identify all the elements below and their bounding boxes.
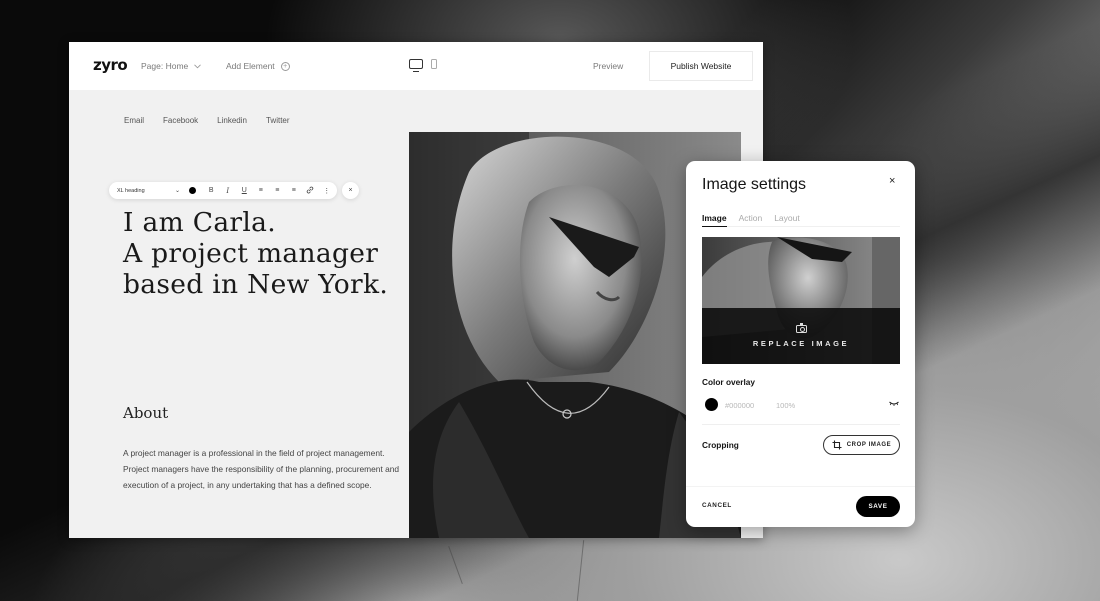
about-title[interactable]: About (123, 404, 168, 422)
plus-circle-icon: + (280, 61, 290, 71)
image-thumbnail: REPLACE IMAGE (702, 237, 900, 364)
social-link-twitter[interactable]: Twitter (266, 116, 290, 125)
publish-website-button[interactable]: Publish Website (649, 51, 753, 81)
device-toggle (409, 59, 437, 72)
replace-image-label: REPLACE IMAGE (752, 338, 850, 348)
toolbar-close-button[interactable]: × (342, 182, 359, 199)
tab-action[interactable]: Action (739, 213, 763, 227)
crop-image-label: CROP IMAGE (846, 442, 892, 448)
align-left-icon[interactable]: ≡ (253, 187, 270, 194)
preview-button[interactable]: Preview (593, 61, 623, 71)
cancel-button[interactable]: CANCEL (702, 502, 732, 509)
social-link-linkedin[interactable]: Linkedin (217, 116, 247, 125)
section-divider (702, 424, 900, 425)
chevron-down-icon (194, 63, 202, 68)
text-color-picker[interactable] (189, 187, 196, 194)
editor-topbar: zyro Page: Home Add Element + Preview Pu… (69, 42, 763, 90)
color-overlay-label: Color overlay (702, 377, 756, 387)
zyro-logo[interactable]: zyro (93, 56, 128, 74)
add-element-button[interactable]: Add Element + (226, 61, 290, 71)
hero-heading-line: based in New York. (123, 269, 389, 300)
page-selector-label: Page: Home (141, 61, 189, 71)
text-format-toolbar: XL heading ⌄ B I U ≡ ≡ ≡ ⋮ (109, 182, 337, 199)
link-icon[interactable] (302, 186, 319, 196)
social-link-email[interactable]: Email (124, 116, 144, 125)
bold-button[interactable]: B (203, 187, 220, 194)
tab-layout[interactable]: Layout (774, 213, 800, 227)
replace-image-button[interactable]: REPLACE IMAGE (702, 308, 900, 364)
about-body[interactable]: A project manager is a professional in t… (123, 445, 408, 494)
tab-image[interactable]: Image (702, 213, 727, 227)
website-editor-window: zyro Page: Home Add Element + Preview Pu… (69, 42, 763, 538)
crop-image-button[interactable]: CROP IMAGE (823, 435, 900, 455)
panel-tabs: Image Action Layout (702, 213, 900, 227)
save-button[interactable]: SAVE (856, 496, 900, 517)
cropping-label: Cropping (702, 440, 739, 450)
add-element-label: Add Element (226, 61, 275, 71)
hero-heading[interactable]: I am Carla. A project manager based in N… (123, 207, 388, 300)
image-settings-panel: Image settings × Image Action Layout REP… (686, 161, 915, 527)
eye-closed-icon[interactable] (889, 401, 899, 407)
crop-icon (832, 440, 842, 450)
overlay-color-swatch[interactable] (705, 398, 718, 411)
align-right-icon[interactable]: ≡ (286, 187, 303, 194)
overlay-opacity-input[interactable]: 100% (776, 401, 795, 410)
social-links: Email Facebook Linkedin Twitter (124, 116, 290, 125)
more-options-button[interactable]: ⋮ (319, 187, 336, 195)
desktop-view-icon[interactable] (409, 59, 423, 72)
mobile-view-icon[interactable] (431, 59, 437, 69)
hero-heading-line: I am Carla. (123, 207, 276, 238)
footer-divider (686, 486, 915, 487)
camera-icon (795, 322, 807, 333)
text-style-select[interactable]: XL heading (117, 188, 175, 194)
page-selector[interactable]: Page: Home (141, 61, 202, 71)
overlay-color-hex-input[interactable]: #000000 (725, 401, 754, 410)
italic-button[interactable]: I (220, 187, 237, 195)
close-icon[interactable]: × (889, 175, 895, 187)
align-center-icon[interactable]: ≡ (269, 187, 286, 194)
panel-title: Image settings (702, 176, 807, 193)
hero-heading-line: A project manager (123, 238, 379, 269)
social-link-facebook[interactable]: Facebook (163, 116, 198, 125)
chevron-down-icon[interactable]: ⌄ (175, 187, 189, 194)
underline-button[interactable]: U (236, 187, 253, 194)
